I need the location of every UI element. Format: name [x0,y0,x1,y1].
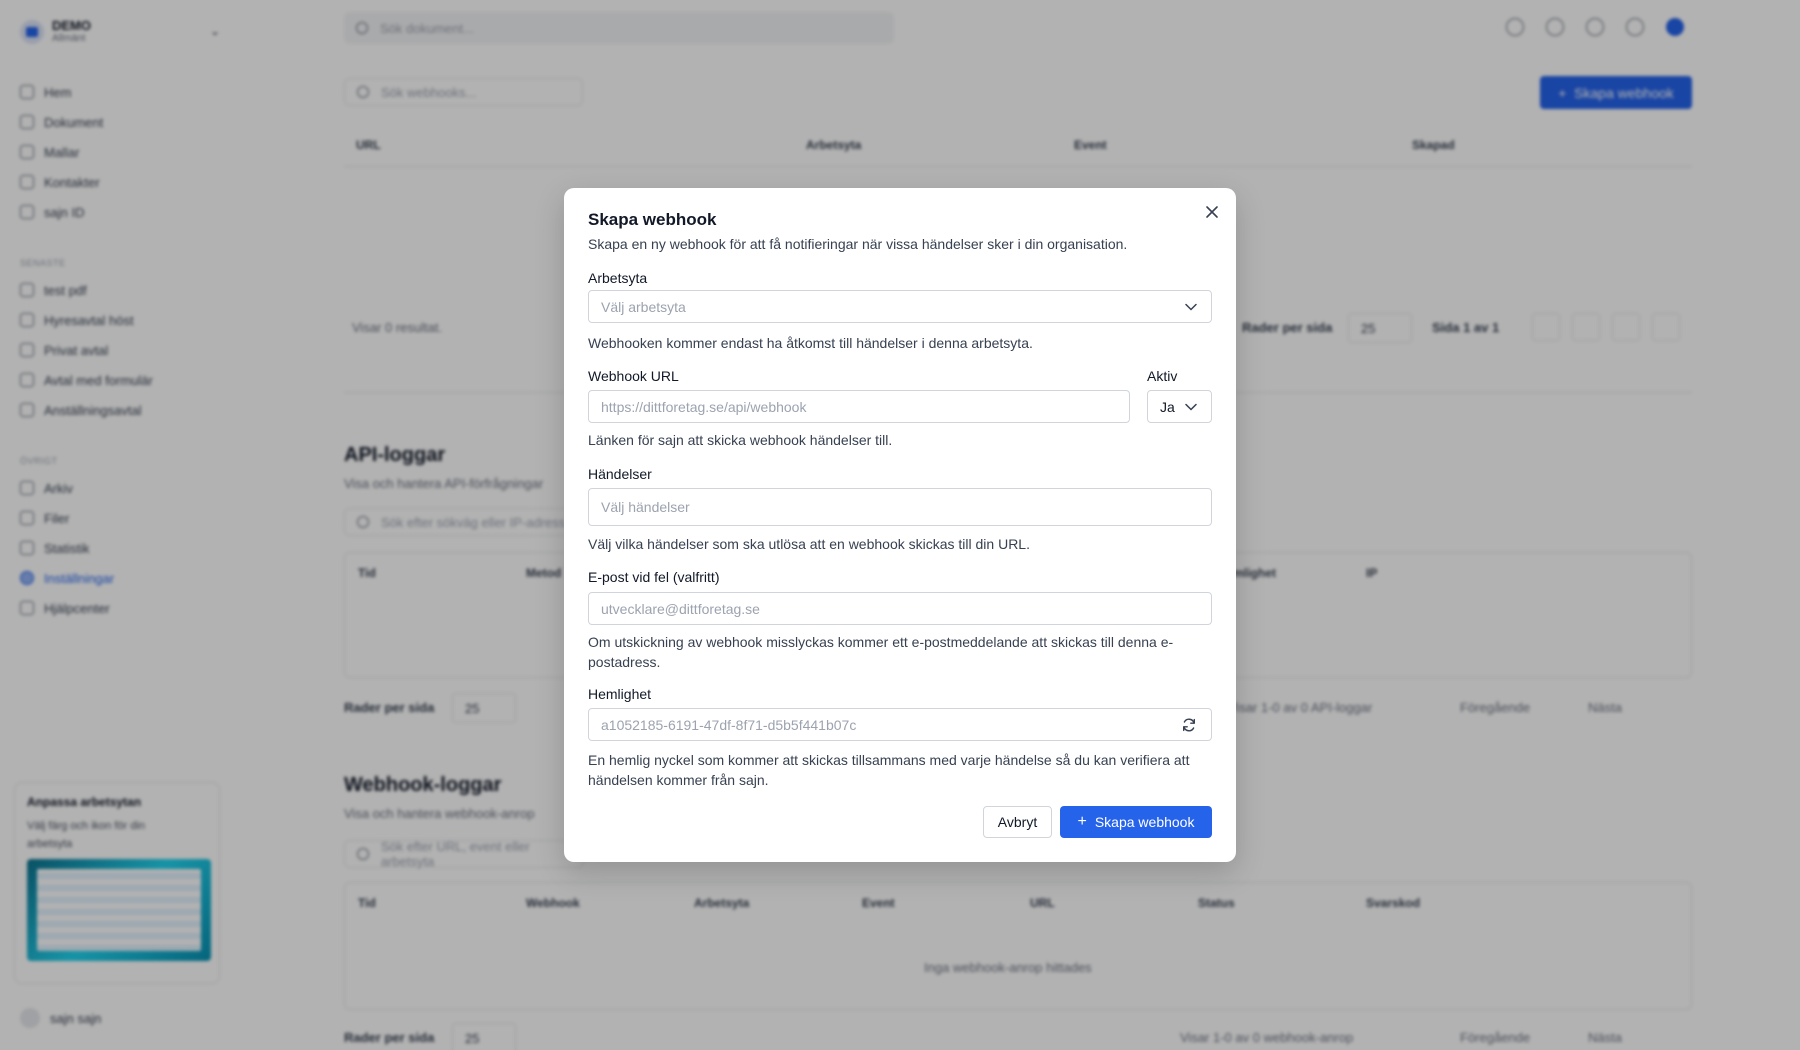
error-email-label: E-post vid fel (valfritt) [588,569,720,585]
refresh-icon[interactable] [1181,717,1197,733]
close-button[interactable] [1202,202,1222,222]
error-email-textbox[interactable] [601,600,1211,617]
workspace-label: Arbetsyta [588,270,648,286]
workspace-select[interactable]: Välj arbetsyta [588,290,1212,323]
events-hint: Välj vilka händelser som ska utlösa att … [588,536,1030,552]
error-email-hint: Om utskickning av webhook misslyckas kom… [588,634,1174,670]
create-webhook-dialog: Skapa webhook Skapa en ny webhook för at… [564,188,1236,862]
webhook-url-input[interactable] [588,390,1130,423]
webhook-url-textbox[interactable] [601,398,1129,415]
chevron-down-icon [1185,403,1197,411]
workspace-hint: Webhooken kommer endast ha åtkomst till … [588,335,1033,351]
plus-icon: + [1077,813,1087,830]
close-icon [1206,206,1218,218]
dialog-title: Skapa webhook [588,210,717,229]
error-email-input[interactable] [588,592,1212,625]
secret-input[interactable]: a1052185-6191-47df-8f71-d5b5f441b07c [588,708,1212,741]
active-select[interactable]: Ja [1147,390,1212,423]
dialog-description: Skapa en ny webhook för att få notifieri… [588,236,1128,252]
webhook-url-label: Webhook URL [588,368,679,384]
cancel-button[interactable]: Avbryt [983,806,1052,838]
events-select[interactable]: Välj händelser [588,488,1212,526]
active-label: Aktiv [1147,368,1178,384]
events-label: Händelser [588,466,652,482]
secret-hint: En hemlig nyckel som kommer att skickas … [588,752,1190,788]
create-webhook-button[interactable]: + Skapa webhook [1060,806,1212,838]
secret-label: Hemlighet [588,686,652,702]
webhook-url-hint: Länken för sajn att skicka webhook hände… [588,432,893,448]
chevron-down-icon [1185,303,1197,311]
